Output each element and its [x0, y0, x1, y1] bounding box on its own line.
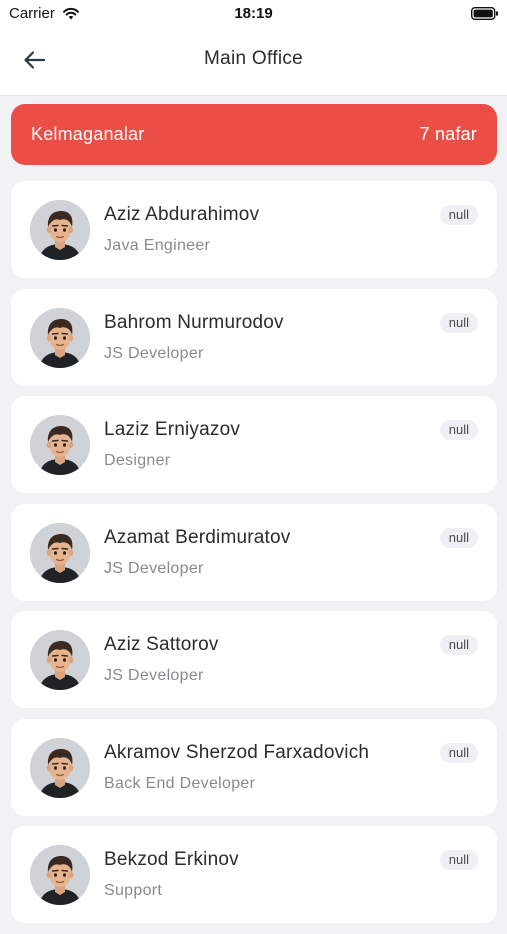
employee-role: Support — [104, 882, 163, 899]
employee-role: Designer — [104, 452, 171, 469]
avatar — [30, 630, 90, 690]
status-badge: null — [439, 635, 478, 655]
avatar-image — [30, 522, 90, 583]
employee-card[interactable]: Bahrom Nurmurodov JS Developer null — [11, 288, 497, 386]
absent-count: 7 nafar — [419, 124, 477, 144]
avatar — [30, 737, 90, 798]
absent-summary-banner[interactable]: Kelmaganalar 7 nafar — [11, 104, 497, 165]
status-badge: null — [439, 527, 478, 548]
employee-card[interactable]: Akramov Sherzod Farxadovich Back End Dev… — [11, 718, 497, 816]
employee-list: Aziz Abdurahimov Java Engineer null Bahr… — [11, 181, 497, 934]
status-badge: null — [439, 420, 478, 440]
status-bar: Carrier 18:19 — [0, 0, 507, 28]
employee-card[interactable]: Aziz Abdurahimov Java Engineer null — [11, 181, 497, 278]
status-badge: null — [439, 312, 478, 333]
avatar — [30, 845, 90, 905]
employee-name: Laziz Erniyazov — [104, 419, 241, 440]
avatar — [30, 522, 90, 583]
employee-name: Bahrom Nurmurodov — [104, 311, 284, 333]
status-badge: null — [439, 850, 478, 870]
avatar-image — [30, 307, 90, 368]
page-title: Main Office — [203, 48, 304, 69]
avatar-image — [30, 737, 90, 798]
employee-name: Azamat Berdimuratov — [104, 526, 291, 548]
status-badge: null — [439, 205, 478, 225]
navigation-header: Carrier 18:19 Main Office — [0, 0, 507, 96]
battery-icon — [471, 7, 498, 20]
employee-card[interactable]: Laziz Erniyazov Designer null — [11, 396, 497, 493]
employee-role: Back End Developer — [104, 774, 256, 792]
status-time: 18:19 — [234, 5, 273, 22]
employee-role: JS Developer — [104, 559, 204, 577]
avatar-image — [30, 200, 90, 260]
employee-name: Aziz Abdurahimov — [104, 204, 260, 225]
employee-name: Aziz Sattorov — [104, 634, 219, 655]
employee-card[interactable]: Aziz Sattorov JS Developer null — [11, 611, 497, 708]
employee-name: Akramov Sherzod Farxadovich — [104, 741, 370, 763]
avatar — [30, 307, 90, 368]
status-badge: null — [439, 742, 478, 763]
employee-name: Bekzod Erkinov — [104, 849, 239, 870]
employee-role: JS Developer — [104, 667, 204, 684]
employee-role: Java Engineer — [104, 237, 211, 254]
avatar-image — [30, 630, 90, 690]
employee-role: JS Developer — [104, 344, 204, 362]
avatar — [30, 415, 90, 475]
avatar-image — [30, 415, 90, 475]
employee-card[interactable]: Azamat Berdimuratov JS Developer null — [11, 503, 497, 601]
avatar-image — [30, 845, 90, 905]
absent-label: Kelmaganalar — [31, 124, 145, 144]
employee-card[interactable]: Bekzod Erkinov Support null — [11, 826, 497, 923]
avatar — [30, 200, 90, 260]
